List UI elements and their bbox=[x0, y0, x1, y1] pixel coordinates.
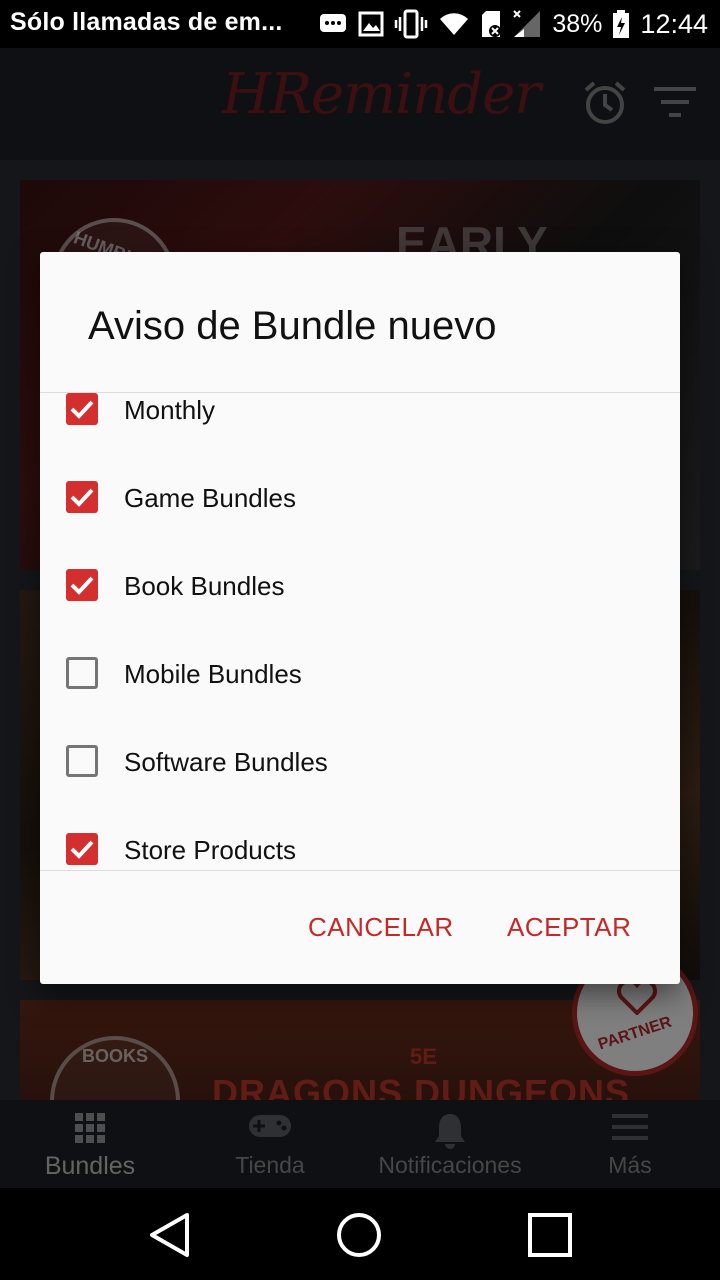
battery-percent: 38% bbox=[552, 9, 603, 38]
status-bar: Sólo llamadas de em... 38% 12:44 bbox=[0, 0, 720, 48]
recents-icon[interactable] bbox=[528, 1213, 572, 1257]
check-icon bbox=[70, 400, 94, 419]
option-label: Book Bundles bbox=[124, 571, 285, 601]
option-store-products[interactable]: Store Products bbox=[40, 805, 680, 870]
option-label: Software Bundles bbox=[124, 747, 328, 777]
sd-card-icon bbox=[482, 11, 502, 37]
dialog-title: Aviso de Bundle nuevo bbox=[88, 304, 497, 348]
signal-icon bbox=[513, 10, 541, 37]
status-carrier-text: Sólo llamadas de em... bbox=[10, 8, 283, 36]
vibrate-icon bbox=[395, 9, 428, 39]
checkbox-unchecked[interactable] bbox=[66, 657, 98, 689]
option-label: Mobile Bundles bbox=[124, 659, 302, 689]
status-icons: 38% 12:44 bbox=[318, 6, 708, 42]
checkbox-checked[interactable] bbox=[66, 393, 98, 425]
cancel-button[interactable]: CANCELAR bbox=[308, 912, 454, 943]
accept-button[interactable]: ACEPTAR bbox=[507, 912, 631, 943]
checkbox-unchecked[interactable] bbox=[66, 745, 98, 777]
back-icon[interactable] bbox=[148, 1212, 192, 1258]
option-monthly[interactable]: Monthly bbox=[40, 393, 680, 453]
check-icon bbox=[70, 840, 94, 859]
checkbox-checked[interactable] bbox=[66, 833, 98, 865]
home-icon[interactable] bbox=[336, 1212, 382, 1258]
wifi-icon bbox=[440, 13, 469, 35]
message-icon bbox=[320, 14, 347, 32]
option-mobile-bundles[interactable]: Mobile Bundles bbox=[40, 629, 680, 717]
image-icon bbox=[358, 11, 384, 37]
option-game-bundles[interactable]: Game Bundles bbox=[40, 453, 680, 541]
divider bbox=[40, 870, 680, 871]
system-nav-bar bbox=[0, 1188, 720, 1280]
option-list[interactable]: Monthly Game Bundles Book Bundles Mobile… bbox=[40, 393, 680, 870]
option-label: Monthly bbox=[124, 395, 216, 425]
option-label: Store Products bbox=[124, 835, 296, 865]
battery-icon bbox=[613, 10, 630, 38]
status-time: 12:44 bbox=[640, 8, 708, 39]
check-icon bbox=[70, 488, 94, 507]
check-icon bbox=[70, 576, 94, 595]
option-label: Game Bundles bbox=[124, 483, 296, 513]
new-bundle-alert-dialog: Aviso de Bundle nuevo Monthly Game Bundl… bbox=[40, 252, 680, 984]
checkbox-checked[interactable] bbox=[66, 569, 98, 601]
checkbox-checked[interactable] bbox=[66, 481, 98, 513]
option-software-bundles[interactable]: Software Bundles bbox=[40, 717, 680, 805]
option-book-bundles[interactable]: Book Bundles bbox=[40, 541, 680, 629]
